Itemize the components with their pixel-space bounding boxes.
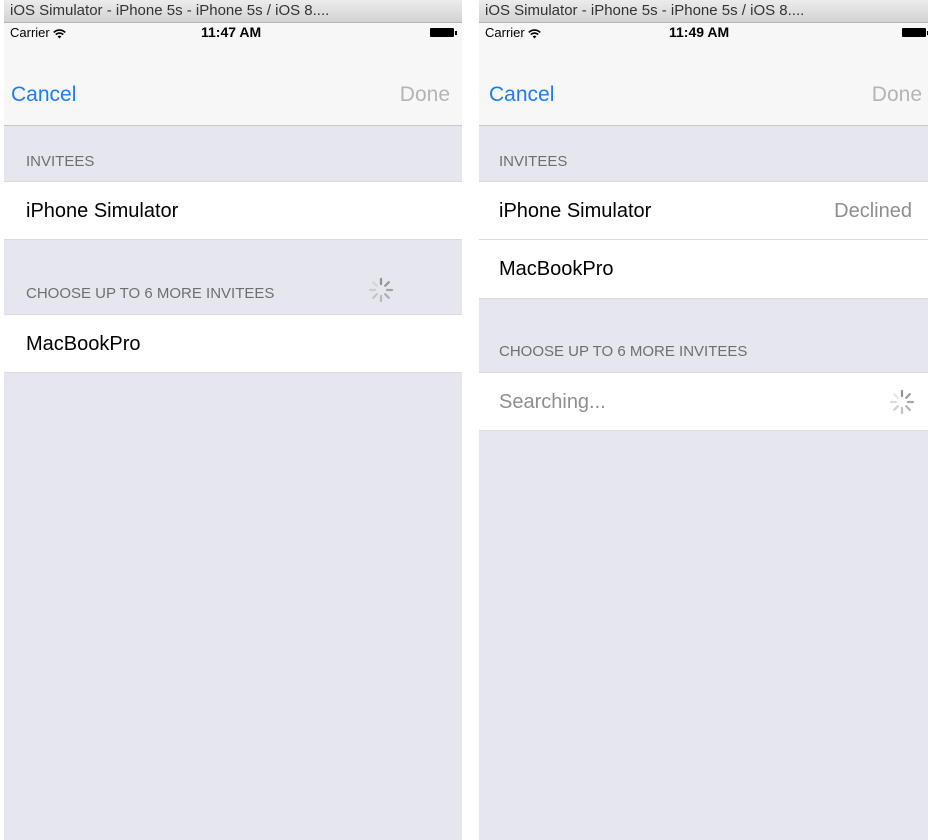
status-bar: Carrier 11:47 AM <box>4 23 462 43</box>
window-title: iOS Simulator - iPhone 5s - iPhone 5s / … <box>4 0 462 23</box>
navigation-bar: Cancel Done <box>4 43 462 126</box>
activity-spinner-icon <box>889 389 915 415</box>
invitee-row[interactable]: iPhone Simulator <box>4 181 462 240</box>
status-time: 11:49 AM <box>669 24 730 40</box>
battery-icon <box>902 28 928 37</box>
carrier-label: Carrier <box>10 25 50 40</box>
wifi-icon <box>52 29 66 39</box>
invitee-status: Declined <box>834 200 912 222</box>
invitees-section-header: INVITEES <box>26 153 95 170</box>
searching-row: Searching... <box>479 372 928 431</box>
battery-icon <box>430 28 457 37</box>
more-invitees-label: CHOOSE UP TO 6 MORE INVITEES <box>26 285 275 302</box>
status-time: 11:47 AM <box>201 24 262 40</box>
carrier-label: Carrier <box>485 25 525 40</box>
more-invitees-section-header: CHOOSE UP TO 6 MORE INVITEES <box>499 343 748 360</box>
window-title: iOS Simulator - iPhone 5s - iPhone 5s / … <box>479 0 928 23</box>
simulator-window-right: iOS Simulator - iPhone 5s - iPhone 5s / … <box>479 0 928 840</box>
done-button[interactable]: Done <box>400 83 450 107</box>
cancel-button[interactable]: Cancel <box>489 83 554 107</box>
searching-label: Searching... <box>499 391 606 413</box>
activity-spinner-icon <box>368 277 394 303</box>
cancel-button[interactable]: Cancel <box>11 83 76 107</box>
simulator-window-left: iOS Simulator - iPhone 5s - iPhone 5s / … <box>4 0 462 840</box>
more-invitees-section-header: CHOOSE UP TO 6 MORE INVITEES <box>4 240 462 314</box>
done-button[interactable]: Done <box>872 83 922 107</box>
carrier-group: Carrier <box>10 25 66 40</box>
invitee-row[interactable]: MacBookPro <box>479 240 928 299</box>
invitee-name: iPhone Simulator <box>26 200 179 222</box>
status-bar: Carrier 11:49 AM <box>479 23 928 43</box>
available-device-row[interactable]: MacBookPro <box>4 314 462 373</box>
carrier-group: Carrier <box>485 25 541 40</box>
invitees-section-header: INVITEES <box>499 153 568 170</box>
navigation-bar: Cancel Done <box>479 43 928 126</box>
invitee-row[interactable]: iPhone Simulator Declined <box>479 181 928 240</box>
device-name: MacBookPro <box>26 333 141 355</box>
invitee-name: iPhone Simulator <box>499 200 652 222</box>
invitee-name: MacBookPro <box>499 258 614 280</box>
wifi-icon <box>527 29 541 39</box>
